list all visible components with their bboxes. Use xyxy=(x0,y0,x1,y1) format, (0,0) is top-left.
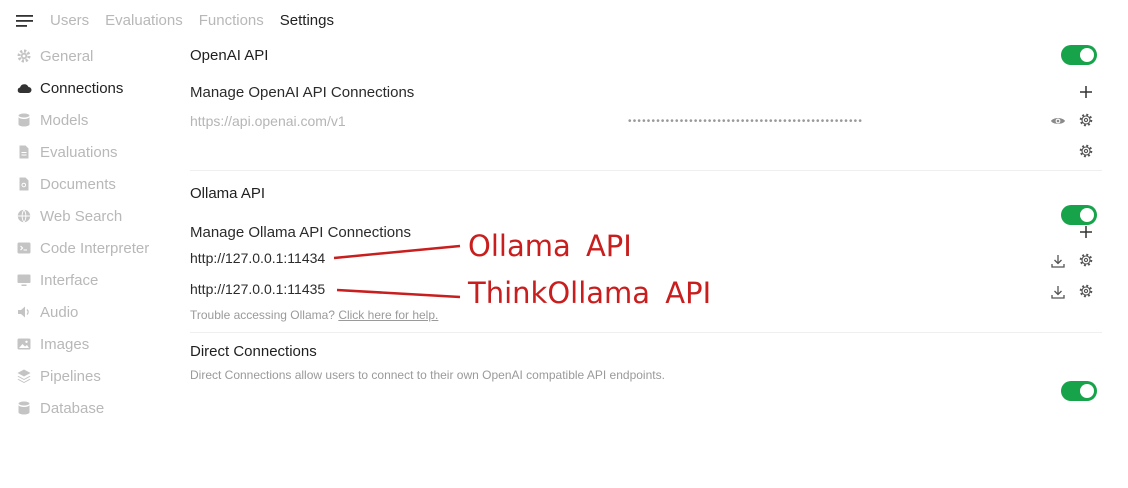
ollama-api-title: Ollama API xyxy=(190,185,266,202)
sidebar-item-label: Audio xyxy=(40,303,79,321)
download-icon xyxy=(1051,286,1065,299)
admin-tabs: Users Evaluations Functions Settings xyxy=(50,12,334,29)
ollama-connection-url-2[interactable]: http://127.0.0.1:11435 xyxy=(190,281,325,297)
plus-icon xyxy=(1080,226,1092,238)
settings-sidebar: General Connections Models Evaluations D… xyxy=(16,40,186,424)
image-icon xyxy=(17,338,31,350)
sidebar-item-label: Documents xyxy=(40,175,116,193)
tab-settings[interactable]: Settings xyxy=(280,12,334,29)
openai-key-input[interactable]: ••••••••••••••••••••••••••••••••••••••••… xyxy=(628,117,1044,127)
add-openai-connection-button[interactable] xyxy=(1078,84,1094,100)
sidebar-item-pipelines[interactable]: Pipelines xyxy=(16,360,186,392)
eye-icon xyxy=(1051,118,1065,124)
add-ollama-connection-button[interactable] xyxy=(1078,224,1094,240)
openai-general-settings-button[interactable] xyxy=(1078,143,1094,159)
tab-evaluations[interactable]: Evaluations xyxy=(105,12,183,29)
top-bar: Users Evaluations Functions Settings xyxy=(0,0,1128,40)
openai-url-input[interactable]: https://api.openai.com/v1 xyxy=(190,113,346,129)
direct-connections-title: Direct Connections xyxy=(190,343,317,360)
terminal-icon xyxy=(17,242,31,254)
ollama-connection-url-1[interactable]: http://127.0.0.1:11434 xyxy=(190,250,325,266)
sidebar-item-images[interactable]: Images xyxy=(16,328,186,360)
openai-api-title: OpenAI API xyxy=(190,47,269,64)
document-icon xyxy=(19,145,29,159)
sidebar-item-web-search[interactable]: Web Search xyxy=(16,200,186,232)
ollama-help-link[interactable]: Click here for help. xyxy=(338,308,438,322)
annotation-label-thinkollama: ThinkOllama API xyxy=(468,276,712,310)
layers-icon xyxy=(17,369,31,383)
database-icon xyxy=(18,401,30,415)
direct-connections-description: Direct Connections allow users to connec… xyxy=(190,368,665,382)
ollama-connection-settings-button-2[interactable] xyxy=(1078,283,1094,299)
openai-connection-settings-button[interactable] xyxy=(1078,112,1094,128)
annotation-label-ollama: Ollama API xyxy=(468,229,632,263)
sidebar-item-interface[interactable]: Interface xyxy=(16,264,186,296)
sidebar-item-label: Evaluations xyxy=(40,143,118,161)
sidebar-item-general[interactable]: General xyxy=(16,40,186,72)
annotation-line-1 xyxy=(333,244,461,260)
sidebar-item-label: Models xyxy=(40,111,89,129)
sidebar-item-models[interactable]: Models xyxy=(16,104,186,136)
openai-api-toggle[interactable] xyxy=(1061,45,1097,65)
gear-icon xyxy=(1079,284,1093,298)
sidebar-item-database[interactable]: Database xyxy=(16,392,186,424)
sidebar-item-label: General xyxy=(40,47,94,65)
sidebar-item-audio[interactable]: Audio xyxy=(16,296,186,328)
sidebar-item-label: Web Search xyxy=(40,207,123,225)
speaker-icon xyxy=(18,306,29,318)
sidebar-item-evaluations[interactable]: Evaluations xyxy=(16,136,186,168)
ollama-connection-settings-button-1[interactable] xyxy=(1078,252,1094,268)
gear-icon xyxy=(1079,253,1093,267)
section-divider xyxy=(190,170,1102,171)
connections-settings: OpenAI API Manage OpenAI API Connections… xyxy=(190,40,1105,401)
sidebar-item-label: Database xyxy=(40,399,105,417)
sidebar-item-label: Pipelines xyxy=(40,367,101,385)
cloud-icon xyxy=(17,84,32,93)
monitor-icon xyxy=(17,274,31,286)
ollama-pull-model-button-1[interactable] xyxy=(1050,253,1066,269)
sidebar-item-label: Connections xyxy=(40,79,124,97)
globe-icon xyxy=(17,209,31,223)
manage-openai-connections-label: Manage OpenAI API Connections xyxy=(190,84,415,101)
gear-icon xyxy=(17,49,31,63)
annotation-line-2 xyxy=(336,288,461,299)
toggle-key-visibility-button[interactable] xyxy=(1050,113,1066,129)
database-icon xyxy=(18,113,30,127)
gear-icon xyxy=(1079,144,1093,158)
document-search-icon xyxy=(19,177,29,191)
manage-ollama-connections-label: Manage Ollama API Connections xyxy=(190,224,411,241)
gear-icon xyxy=(1079,113,1093,127)
ollama-help-hint: Trouble accessing Ollama? Click here for… xyxy=(190,308,438,322)
sidebar-item-label: Interface xyxy=(40,271,99,289)
sidebar-item-documents[interactable]: Documents xyxy=(16,168,186,200)
sidebar-item-code-interpreter[interactable]: Code Interpreter xyxy=(16,232,186,264)
hamburger-menu-icon[interactable] xyxy=(16,14,34,28)
sidebar-item-label: Images xyxy=(40,335,90,353)
ollama-api-toggle[interactable] xyxy=(1061,205,1097,225)
tab-functions[interactable]: Functions xyxy=(199,12,264,29)
ollama-pull-model-button-2[interactable] xyxy=(1050,284,1066,300)
direct-connections-toggle[interactable] xyxy=(1061,381,1097,401)
tab-users[interactable]: Users xyxy=(50,12,89,29)
ollama-help-text: Trouble accessing Ollama? xyxy=(190,308,335,322)
sidebar-item-label: Code Interpreter xyxy=(40,239,150,257)
download-icon xyxy=(1051,255,1065,268)
sidebar-item-connections[interactable]: Connections xyxy=(16,72,186,104)
section-divider xyxy=(190,332,1102,333)
plus-icon xyxy=(1080,86,1092,98)
